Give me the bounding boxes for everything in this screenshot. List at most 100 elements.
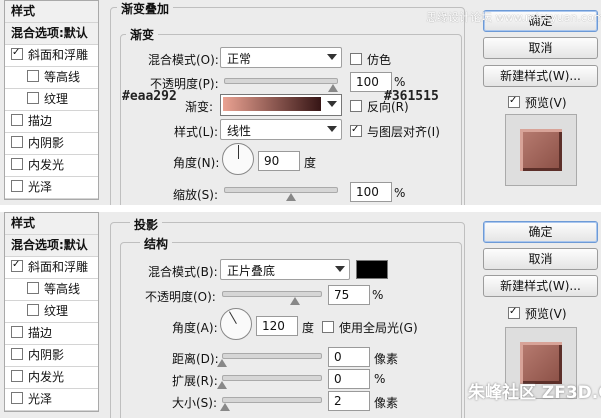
opacity-value: 100 (356, 75, 379, 89)
blend-mode-select[interactable]: 正片叠底 (220, 259, 350, 280)
checkbox-checked-icon[interactable] (11, 260, 23, 272)
checkbox-icon[interactable] (27, 92, 39, 104)
sidebar-item[interactable]: 等高线 (5, 279, 98, 301)
ok-button[interactable]: 确定 (483, 221, 598, 243)
gradient-swatch (223, 97, 321, 111)
new-style-button[interactable]: 新建样式(W)... (483, 65, 598, 87)
checkbox-icon[interactable] (11, 326, 23, 338)
angle-label: 角度(N): (173, 156, 220, 170)
align-label: 与图层对齐(I) (367, 125, 440, 139)
sidebar-item[interactable]: 光泽 (5, 389, 98, 411)
cancel-button[interactable]: 取消 (483, 248, 598, 270)
spread-input[interactable]: 0 (328, 369, 370, 389)
preview-checkbox[interactable]: 预览(V) (508, 94, 567, 111)
scale-input[interactable]: 100 (350, 182, 392, 202)
chevron-down-icon (335, 266, 345, 272)
checkbox-icon[interactable] (11, 158, 23, 170)
sidebar-item[interactable]: 纹理 (5, 89, 98, 111)
gradient-picker[interactable] (220, 94, 342, 116)
distance-input[interactable]: 0 (328, 347, 370, 367)
shadow-color-swatch[interactable] (356, 260, 388, 279)
sidebar-item[interactable]: 样式 (5, 1, 98, 23)
checkbox-icon[interactable] (27, 282, 39, 294)
blend-mode-value: 正片叠底 (227, 264, 276, 278)
sidebar-item[interactable]: 内阴影 (5, 345, 98, 367)
panel-separator (0, 205, 601, 212)
checkbox-icon[interactable] (11, 180, 23, 192)
checkbox-icon[interactable] (11, 114, 23, 126)
distance-slider[interactable] (222, 353, 322, 359)
checkbox-icon[interactable] (11, 392, 23, 404)
sidebar-item-label: 纹理 (44, 92, 69, 106)
group-title: 结构 (140, 235, 173, 252)
sidebar-item-label: 斜面和浮雕 (28, 260, 89, 274)
sidebar-item[interactable]: 混合选项:默认 (5, 23, 98, 45)
opacity-input[interactable]: 75 (328, 285, 370, 305)
cancel-button[interactable]: 取消 (483, 37, 598, 59)
opacity-slider[interactable] (222, 291, 322, 297)
checkbox-icon[interactable] (11, 136, 23, 148)
blend-mode-label: 混合模式(O): (148, 53, 219, 67)
dither-checkbox[interactable]: 仿色 (350, 51, 391, 68)
angle-dial[interactable] (222, 143, 254, 175)
align-with-layer-checkbox[interactable]: 与图层对齐(I) (350, 123, 440, 140)
sidebar-item[interactable]: 等高线 (5, 67, 98, 89)
new-style-button[interactable]: 新建样式(W)... (483, 275, 598, 297)
sidebar-item[interactable]: 内阴影 (5, 133, 98, 155)
percent-sign: % (374, 372, 386, 386)
sidebar-item-label: 等高线 (44, 282, 81, 296)
chevron-down-icon (327, 126, 337, 132)
style-label: 样式(L): (174, 125, 219, 139)
global-light-label: 使用全局光(G) (339, 321, 418, 335)
checkbox-icon[interactable] (11, 348, 23, 360)
styles-sidebar: 样式混合选项:默认斜面和浮雕等高线纹理描边内阴影内发光光泽 (4, 0, 99, 200)
checkbox-checked-icon[interactable] (11, 48, 23, 60)
opacity-slider-thumb[interactable] (328, 84, 338, 92)
size-input[interactable]: 2 (328, 391, 370, 411)
sidebar-item[interactable]: 混合选项:默认 (5, 235, 98, 257)
checkbox-icon[interactable] (27, 70, 39, 82)
opacity-label: 不透明度(O): (145, 290, 216, 304)
angle-input[interactable]: 90 (258, 151, 300, 171)
angle-label: 角度(A): (172, 321, 218, 335)
spread-slider[interactable] (222, 375, 322, 381)
size-slider[interactable] (222, 397, 322, 403)
sidebar-item[interactable]: 斜面和浮雕 (5, 257, 98, 279)
distance-slider-thumb[interactable] (217, 359, 227, 367)
opacity-slider[interactable] (224, 78, 338, 84)
scale-slider-thumb[interactable] (286, 193, 296, 201)
sidebar-item[interactable]: 纹理 (5, 301, 98, 323)
sidebar-item[interactable]: 样式 (5, 213, 98, 235)
chevron-down-icon (327, 54, 337, 60)
sidebar-item[interactable]: 斜面和浮雕 (5, 45, 98, 67)
sidebar-item[interactable]: 光泽 (5, 177, 98, 199)
chevron-down-icon (327, 101, 337, 107)
size-slider-thumb[interactable] (220, 403, 230, 411)
reverse-checkbox[interactable]: 反向(R) (350, 98, 409, 115)
sidebar-item-label: 纹理 (44, 304, 69, 318)
style-select[interactable]: 线性 (220, 119, 342, 140)
preview-label: 预览(V) (525, 96, 567, 110)
percent-sign: % (372, 288, 384, 302)
style-value: 线性 (227, 124, 252, 138)
angle-dial[interactable] (220, 308, 252, 340)
pixel-unit: 像素 (374, 352, 399, 366)
spread-slider-thumb[interactable] (217, 381, 227, 389)
sidebar-item[interactable]: 描边 (5, 323, 98, 345)
angle-input[interactable]: 120 (256, 316, 298, 336)
sidebar-item-label: 内发光 (28, 158, 65, 172)
opacity-slider-thumb[interactable] (290, 297, 300, 305)
checkbox-icon[interactable] (27, 304, 39, 316)
angle-dial-hand (229, 311, 237, 324)
scale-slider[interactable] (224, 187, 338, 193)
sidebar-item[interactable]: 内发光 (5, 367, 98, 389)
preview-checkbox[interactable]: 预览(V) (508, 305, 567, 322)
spread-label: 扩展(R): (172, 374, 218, 388)
sidebar-item[interactable]: 内发光 (5, 155, 98, 177)
sidebar-item[interactable]: 描边 (5, 111, 98, 133)
checkbox-icon[interactable] (11, 370, 23, 382)
use-global-light-checkbox[interactable]: 使用全局光(G) (322, 319, 418, 336)
size-value: 2 (334, 394, 342, 408)
scale-value: 100 (356, 185, 379, 199)
blend-mode-select[interactable]: 正常 (220, 47, 342, 68)
